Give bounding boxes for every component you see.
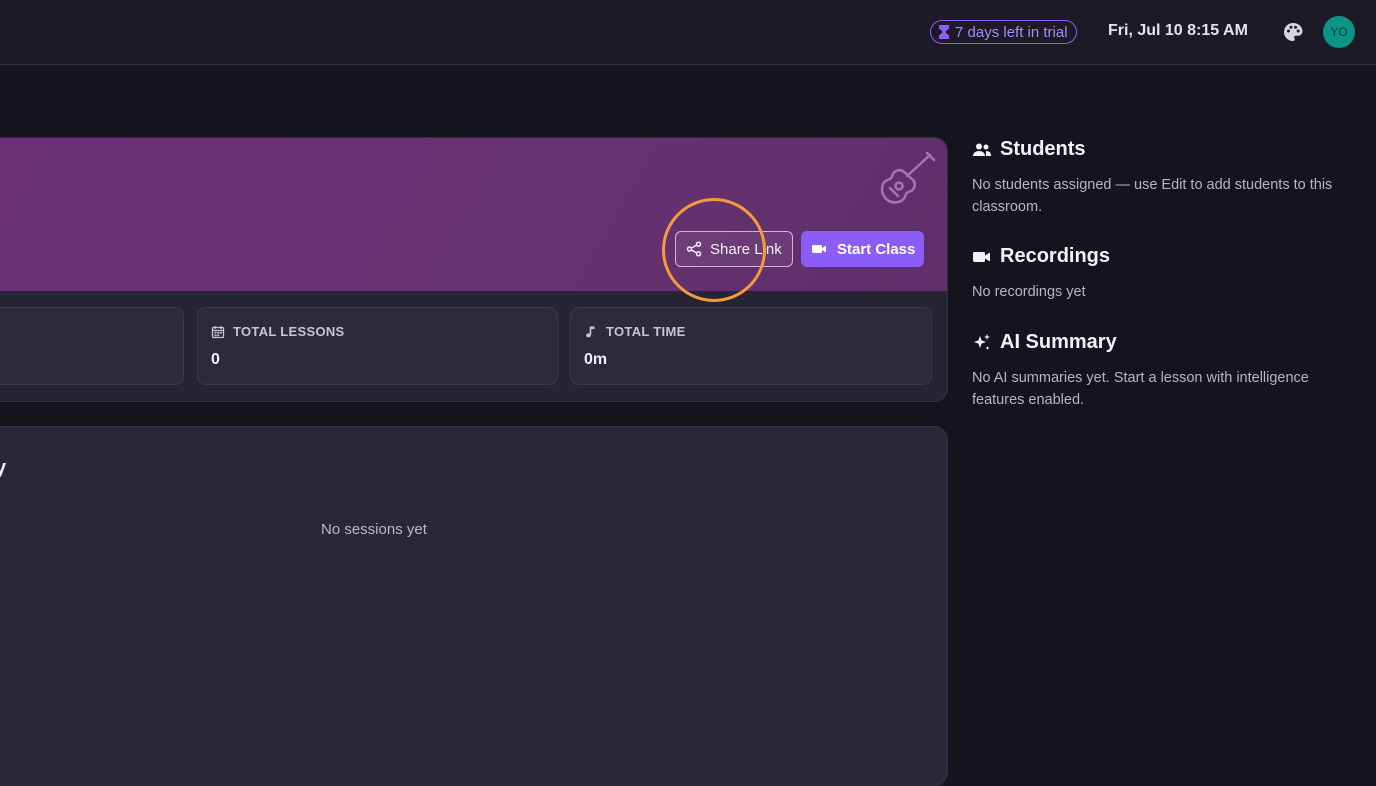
ai-summary-header: AI Summary	[972, 331, 1352, 354]
sessions-history-card: y No sessions yet	[0, 426, 948, 786]
sessions-empty-state: No sessions yet	[321, 521, 427, 538]
stat-value: 0m	[584, 351, 608, 368]
start-class-label: Start Class	[837, 240, 916, 258]
recordings-title: Recordings	[1000, 245, 1111, 267]
students-title: Students	[1000, 138, 1086, 160]
recordings-empty-text: No recordings yet	[972, 284, 1086, 300]
click-highlight-ring	[662, 198, 766, 302]
students-header: Students	[972, 138, 1352, 161]
video-camera-icon	[973, 251, 990, 262]
recordings-section: Recordings No recordings yet	[972, 245, 1352, 304]
classroom-hero-card: Share Link Start Class TOTAL LESSONS 0 T…	[0, 137, 948, 402]
people-icon	[973, 143, 991, 156]
classroom-banner: Share Link Start Class	[0, 138, 947, 302]
students-empty-text: No students assigned — use Edit to add s…	[972, 177, 1333, 215]
palette-icon	[1284, 23, 1303, 41]
stat-card-total-time: TOTAL TIME 0m	[570, 307, 932, 385]
stat-card-total-lessons: TOTAL LESSONS 0	[197, 307, 558, 385]
sparkles-icon	[974, 333, 990, 350]
guitar-icon	[880, 151, 936, 204]
stat-label: TOTAL TIME	[606, 324, 686, 339]
stat-value: 0	[211, 351, 220, 368]
current-datetime: Fri, Jul 10 8:15 AM	[1108, 22, 1248, 39]
ai-summary-empty-text: No AI summaries yet. Start a lesson with…	[972, 370, 1309, 408]
ai-summary-section: AI Summary No AI summaries yet. Start a …	[972, 331, 1352, 411]
theme-palette-button[interactable]	[1281, 20, 1305, 44]
ai-summary-title: AI Summary	[1000, 331, 1117, 353]
stat-label-row: TOTAL LESSONS	[211, 324, 345, 339]
trial-badge[interactable]: 7 days left in trial	[930, 20, 1077, 44]
sessions-title: y	[0, 457, 7, 479]
hourglass-icon	[939, 25, 949, 39]
music-note-icon	[586, 326, 595, 337]
start-class-button[interactable]: Start Class	[801, 231, 924, 267]
user-avatar[interactable]: YO	[1323, 16, 1355, 48]
stat-label: TOTAL LESSONS	[233, 324, 345, 339]
calendar-icon	[211, 325, 225, 338]
stat-label-row: TOTAL TIME	[584, 324, 686, 339]
trial-label: 7 days left in trial	[955, 23, 1068, 41]
video-camera-icon	[812, 245, 826, 253]
stat-card	[0, 307, 184, 385]
students-section: Students No students assigned — use Edit…	[972, 138, 1352, 218]
top-bar: 7 days left in trial Fri, Jul 10 8:15 AM…	[0, 0, 1376, 65]
recordings-header: Recordings	[972, 245, 1352, 268]
